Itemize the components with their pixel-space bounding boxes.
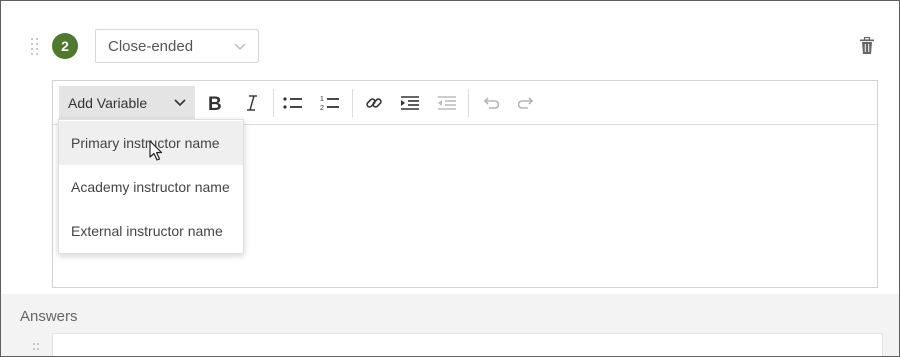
link-icon[interactable]: [360, 89, 388, 117]
drag-handle-icon[interactable]: [30, 37, 40, 55]
pointer-cursor-icon: [149, 140, 163, 161]
bulleted-list-icon[interactable]: [279, 89, 307, 117]
toolbar-divider: [352, 89, 353, 117]
question-number-badge: 2: [52, 33, 78, 59]
redo-icon[interactable]: [513, 89, 541, 117]
question-type-select[interactable]: Close-ended: [95, 29, 259, 63]
italic-icon[interactable]: [238, 89, 266, 117]
add-variable-label: Add Variable: [68, 95, 148, 111]
toolbar-divider: [273, 89, 274, 117]
answer-input[interactable]: [52, 333, 883, 356]
svg-text:1: 1: [320, 96, 324, 103]
question-type-value: Close-ended: [108, 37, 194, 55]
numbered-list-icon[interactable]: 1 2: [316, 89, 344, 117]
answers-label: Answers: [20, 308, 78, 325]
bold-icon[interactable]: B: [201, 89, 229, 117]
chevron-down-icon: [234, 43, 246, 50]
menu-item-academy-instructor[interactable]: Academy instructor name: [59, 165, 243, 209]
menu-item-external-instructor[interactable]: External instructor name: [59, 209, 243, 253]
answers-section: Answers: [1, 294, 899, 356]
outdent-icon[interactable]: [433, 89, 461, 117]
question-editor-panel: 2 Close-ended Add Variable B 1 2 Primary…: [0, 0, 900, 357]
svg-text:2: 2: [320, 105, 324, 112]
indent-icon[interactable]: [396, 89, 424, 117]
drag-handle-icon[interactable]: [32, 342, 40, 354]
trash-icon[interactable]: [859, 36, 875, 55]
toolbar-divider: [468, 89, 469, 117]
add-variable-dropdown[interactable]: Add Variable: [59, 86, 195, 120]
svg-text:B: B: [208, 94, 222, 112]
undo-icon[interactable]: [476, 89, 504, 117]
chevron-down-icon: [174, 99, 186, 107]
